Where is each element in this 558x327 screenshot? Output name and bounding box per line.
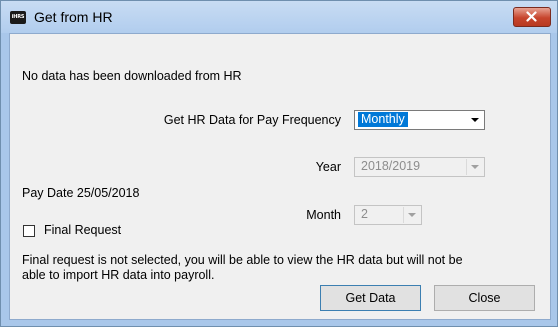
- month-label: Month: [306, 208, 341, 222]
- dialog-body: No data has been downloaded from HR Get …: [9, 33, 551, 320]
- pay-frequency-value: Monthly: [358, 112, 408, 127]
- title-bar[interactable]: iHRS Get from HR: [1, 1, 557, 33]
- info-text-line2: able to import HR data into payroll.: [22, 268, 215, 282]
- status-message: No data has been downloaded from HR: [22, 69, 242, 83]
- final-request-checkbox[interactable]: [23, 225, 35, 237]
- close-button[interactable]: Close: [434, 285, 535, 311]
- chevron-down-icon: [471, 118, 479, 122]
- close-icon: [526, 11, 537, 22]
- year-label: Year: [315, 160, 341, 174]
- year-value: 2018/2019: [361, 159, 421, 173]
- app-icon: iHRS: [10, 11, 26, 24]
- info-text-line1: Final request is not selected, you will …: [22, 253, 463, 267]
- close-window-button[interactable]: [513, 7, 551, 27]
- pay-frequency-label: Get HR Data for Pay Frequency: [163, 113, 341, 127]
- pay-date-text: Pay Date 25/05/2018: [22, 186, 140, 200]
- dialog-window: iHRS Get from HR No data has been downlo…: [0, 0, 558, 327]
- final-request-label: Final Request: [44, 223, 122, 237]
- month-dropdown[interactable]: 2: [354, 205, 422, 225]
- window-title: Get from HR: [34, 9, 113, 25]
- year-dropdown[interactable]: 2018/2019: [354, 157, 485, 177]
- get-data-button[interactable]: Get Data: [320, 285, 421, 311]
- chevron-down-icon: [466, 159, 479, 175]
- chevron-down-icon: [403, 207, 416, 223]
- month-value: 2: [361, 207, 368, 221]
- pay-frequency-dropdown[interactable]: Monthly: [354, 110, 485, 130]
